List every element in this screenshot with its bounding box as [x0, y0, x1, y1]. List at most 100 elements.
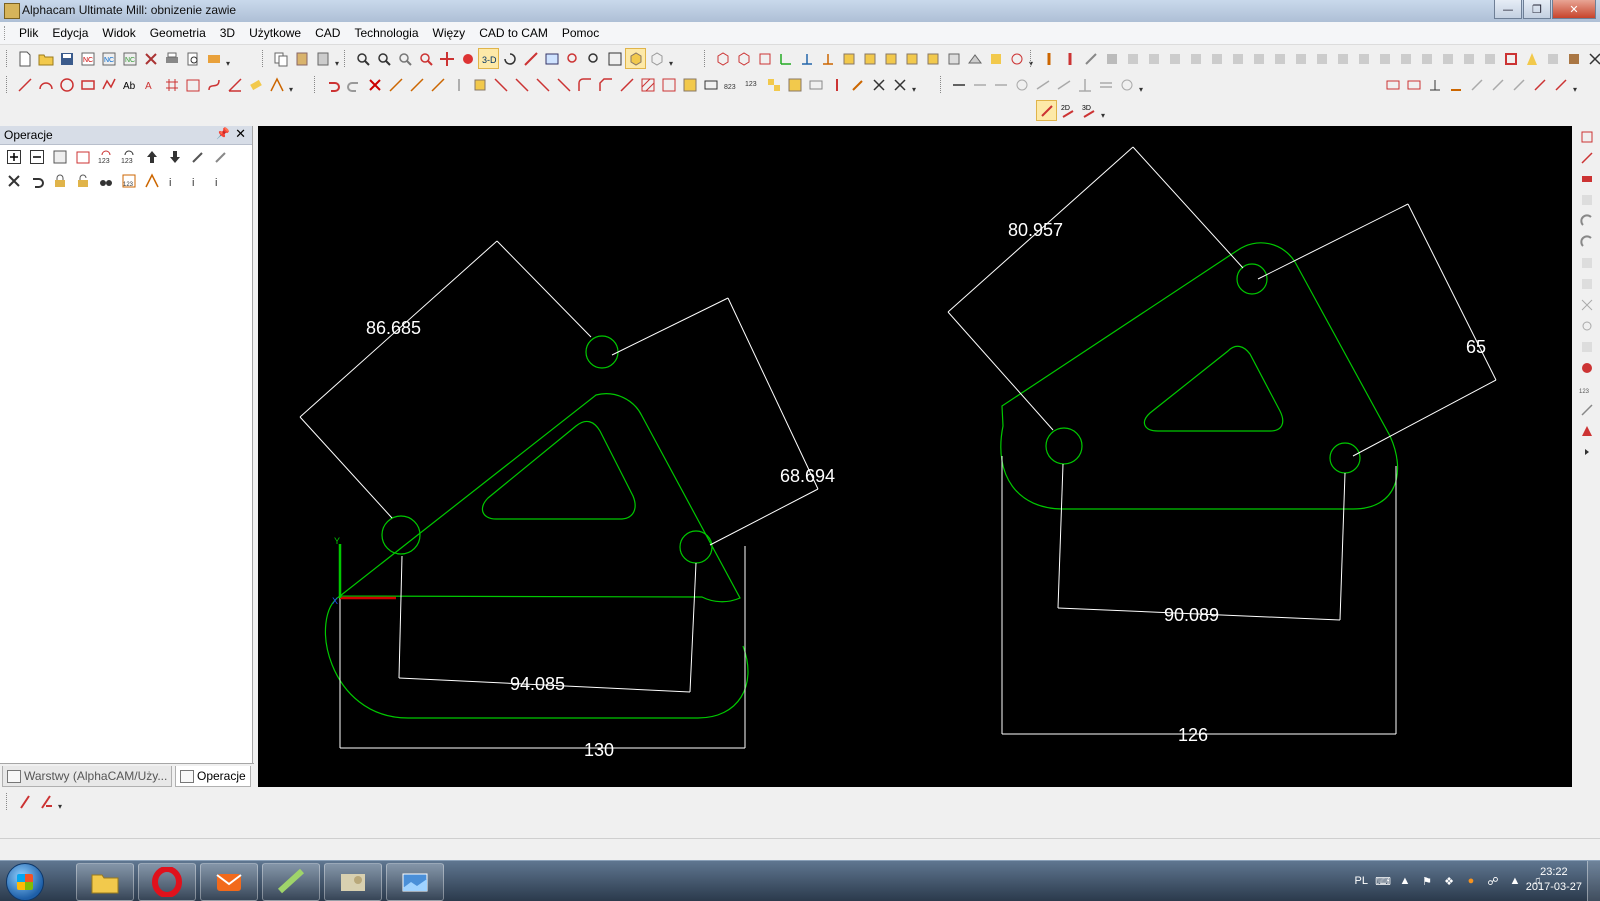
break-icon[interactable]: [533, 75, 552, 94]
keyboard-icon[interactable]: ⌨: [1375, 874, 1391, 888]
view-iso-icon[interactable]: [713, 49, 732, 68]
menu-wiezy[interactable]: Więzy: [426, 22, 473, 44]
taskbar-image-viewer[interactable]: [324, 863, 382, 901]
tool-2-icon[interactable]: [1060, 49, 1079, 68]
menu-widok[interactable]: Widok: [95, 22, 142, 44]
tool-1-icon[interactable]: [1039, 49, 1058, 68]
maximize-button[interactable]: ❐: [1523, 0, 1551, 19]
numbering-2-icon[interactable]: 123: [743, 75, 762, 94]
constraint-2-icon[interactable]: [991, 75, 1010, 94]
axes-icon[interactable]: [776, 49, 795, 68]
side-tool-15-icon[interactable]: [1578, 421, 1597, 440]
text-2-icon[interactable]: A: [141, 75, 160, 94]
3d-mode-icon[interactable]: 3D: [1079, 101, 1098, 120]
tool-10-icon[interactable]: [1228, 49, 1247, 68]
delete-operation-icon[interactable]: [3, 171, 24, 190]
number-ops-icon[interactable]: 123: [118, 171, 139, 190]
machining-7-icon[interactable]: [1509, 75, 1528, 94]
menu-plik[interactable]: Plik: [12, 22, 45, 44]
chamfer-icon[interactable]: [596, 75, 615, 94]
group-icon[interactable]: [680, 75, 699, 94]
minimize-button[interactable]: —: [1494, 0, 1522, 19]
machining-4-icon[interactable]: [1446, 75, 1465, 94]
calendar-ops-icon[interactable]: [72, 147, 93, 166]
tool-14-icon[interactable]: [1312, 49, 1331, 68]
menu-cad[interactable]: CAD: [308, 22, 347, 44]
solid-icon[interactable]: [986, 49, 1005, 68]
side-tool-7-icon[interactable]: [1578, 253, 1597, 272]
trim-icon[interactable]: [491, 75, 510, 94]
constraint-5-icon[interactable]: [1054, 75, 1073, 94]
info-icon[interactable]: i: [164, 171, 185, 190]
tool-22-icon[interactable]: [1480, 49, 1499, 68]
tool-25-icon[interactable]: [1543, 49, 1562, 68]
pin-icon[interactable]: 📌: [216, 127, 230, 140]
bottom-tool-2-icon[interactable]: [36, 792, 55, 811]
tab-operations[interactable]: Operacje: [175, 766, 251, 787]
side-tool-2-icon[interactable]: [1578, 148, 1597, 167]
box-2-icon[interactable]: [860, 49, 879, 68]
grid-icon[interactable]: [162, 75, 181, 94]
circle-icon[interactable]: [57, 75, 76, 94]
redraw-icon[interactable]: [605, 49, 624, 68]
undo-operation-icon[interactable]: [26, 171, 47, 190]
zoom-extents-icon[interactable]: [458, 49, 477, 68]
tool-6-icon[interactable]: [1144, 49, 1163, 68]
extend-icon[interactable]: [512, 75, 531, 94]
nc-save-icon[interactable]: NC: [99, 49, 118, 68]
rotate-3d-icon[interactable]: [1007, 49, 1026, 68]
info-2-icon[interactable]: i: [187, 171, 208, 190]
tool-21-icon[interactable]: [1459, 49, 1478, 68]
spline-icon[interactable]: [204, 75, 223, 94]
explode-icon[interactable]: [869, 75, 888, 94]
copy-geo-icon[interactable]: [407, 75, 426, 94]
constraint-8-icon[interactable]: [1117, 75, 1136, 94]
rotate-view-icon[interactable]: [500, 49, 519, 68]
tool-7-icon[interactable]: [1165, 49, 1184, 68]
box-4-icon[interactable]: [902, 49, 921, 68]
tab-layers[interactable]: Warstwy (AlphaCAM/Uży...: [2, 766, 172, 787]
zoom-all-icon[interactable]: [584, 49, 603, 68]
drawing-canvas[interactable]: 86.685 68.694 94.085 130 80.957 65 90.08…: [258, 126, 1572, 787]
usb-icon[interactable]: ☍: [1486, 874, 1500, 888]
unlock-icon[interactable]: [72, 171, 93, 190]
hatch-icon[interactable]: [638, 75, 657, 94]
side-tool-9-icon[interactable]: [1578, 295, 1597, 314]
zoom-out-icon[interactable]: [395, 49, 414, 68]
offset-icon[interactable]: [617, 75, 636, 94]
edit-operation-icon[interactable]: [187, 147, 208, 166]
open-folder-icon[interactable]: [36, 49, 55, 68]
sketch-icon[interactable]: [267, 75, 286, 94]
menu-cad-to-cam[interactable]: CAD to CAM: [472, 22, 555, 44]
language-indicator[interactable]: PL: [1355, 875, 1368, 887]
join-icon[interactable]: [554, 75, 573, 94]
axes-3-icon[interactable]: [818, 49, 837, 68]
dropbox-icon[interactable]: ❖: [1442, 874, 1456, 888]
arc-icon[interactable]: [36, 75, 55, 94]
taskbar-opera[interactable]: [138, 863, 196, 901]
machining-8-icon[interactable]: [1530, 75, 1549, 94]
menu-technologia[interactable]: Technologia: [347, 22, 425, 44]
zoom-fit-icon[interactable]: [563, 49, 582, 68]
start-button[interactable]: [6, 863, 44, 901]
view-window-icon[interactable]: [542, 49, 561, 68]
undo-icon[interactable]: [323, 75, 342, 94]
avast-icon[interactable]: ●: [1464, 874, 1478, 888]
network-icon[interactable]: ▲: [1508, 874, 1522, 888]
tool-15-icon[interactable]: [1333, 49, 1352, 68]
move-icon[interactable]: [386, 75, 405, 94]
align-icon[interactable]: [827, 75, 846, 94]
tool-24-icon[interactable]: [1522, 49, 1541, 68]
constraint-1-icon[interactable]: [970, 75, 989, 94]
tool-11-icon[interactable]: [1249, 49, 1268, 68]
side-tool-11-icon[interactable]: [1578, 337, 1597, 356]
view-front-icon[interactable]: [734, 49, 753, 68]
clock[interactable]: 23:22 2017-03-27: [1526, 865, 1582, 895]
tool-8-icon[interactable]: [1186, 49, 1205, 68]
renumber-2-icon[interactable]: 123: [118, 147, 139, 166]
tool-17-icon[interactable]: [1375, 49, 1394, 68]
print-preview-icon[interactable]: [183, 49, 202, 68]
edit-tool-icon[interactable]: [210, 147, 231, 166]
tool-19-icon[interactable]: [1417, 49, 1436, 68]
fillet-icon[interactable]: [575, 75, 594, 94]
